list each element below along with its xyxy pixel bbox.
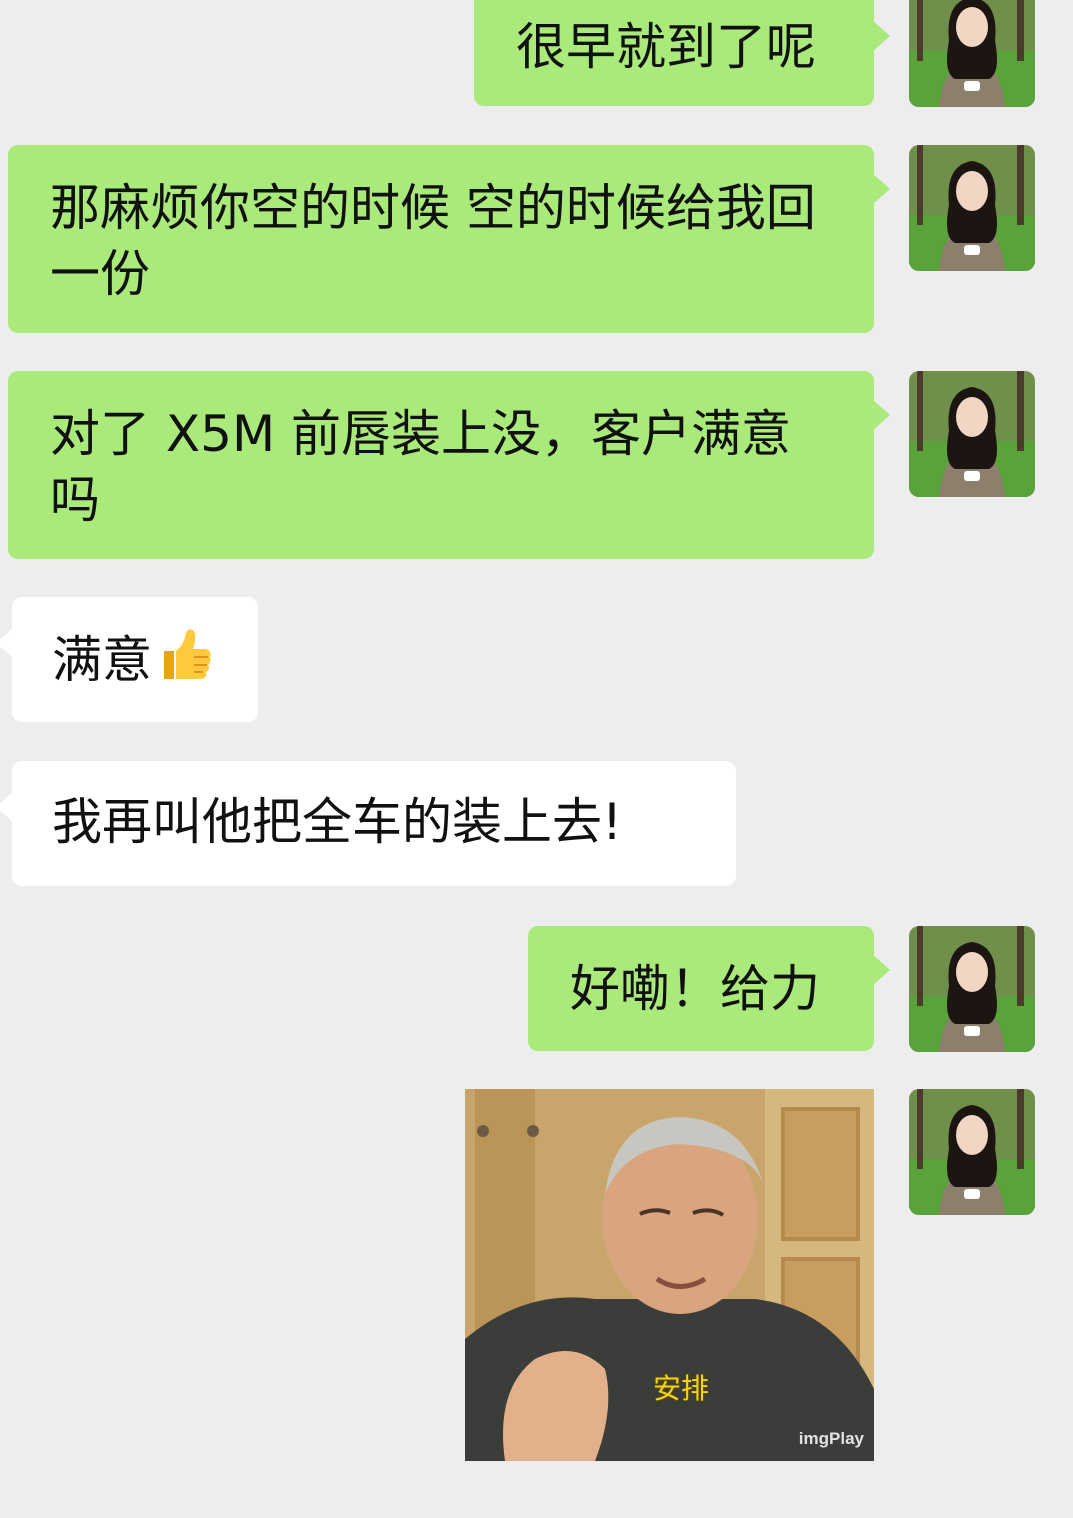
message-text: 我再叫他把全车的装上去!	[52, 793, 623, 851]
message-text: 好嘞！给力	[570, 960, 820, 1018]
outgoing-message-bubble[interactable]: 那麻烦你空的时候 空的时候给我回一份	[8, 145, 890, 333]
incoming-message-bubble[interactable]: 我再叫他把全车的装上去!	[0, 761, 736, 886]
portrait-icon	[909, 1089, 1035, 1215]
outgoing-message-bubble[interactable]: 很早就到了呢	[474, 0, 890, 106]
sticker-image[interactable]: 安排 imgPlay	[465, 1089, 874, 1461]
incoming-message-bubble[interactable]: 满意	[0, 597, 258, 722]
message-text: 很早就到了呢	[516, 18, 816, 76]
user-avatar[interactable]	[909, 0, 1035, 107]
portrait-icon	[909, 371, 1035, 497]
portrait-icon	[909, 0, 1035, 107]
user-avatar[interactable]	[909, 145, 1035, 271]
portrait-icon	[909, 145, 1035, 271]
user-avatar[interactable]	[909, 926, 1035, 1052]
chat-message-list[interactable]: 很早就到了呢 那麻烦你空的时候 空的时候给我回一份 对了 X5M 前唇装上没，客…	[0, 0, 1073, 1518]
sticker-watermark: imgPlay	[798, 1429, 864, 1448]
sticker-caption: 安排	[653, 1372, 710, 1405]
outgoing-message-bubble[interactable]: 对了 X5M 前唇装上没，客户满意吗	[8, 371, 890, 559]
portrait-icon	[909, 926, 1035, 1052]
outgoing-message-bubble[interactable]: 好嘞！给力	[528, 926, 890, 1051]
message-text: 那麻烦你空的时候 空的时候给我回一份	[50, 179, 816, 303]
thumbs-up-icon	[154, 625, 212, 699]
message-text: 满意	[52, 631, 152, 689]
user-avatar[interactable]	[909, 371, 1035, 497]
message-text: 对了 X5M 前唇装上没，客户满意吗	[50, 405, 791, 529]
user-avatar[interactable]	[909, 1089, 1035, 1215]
